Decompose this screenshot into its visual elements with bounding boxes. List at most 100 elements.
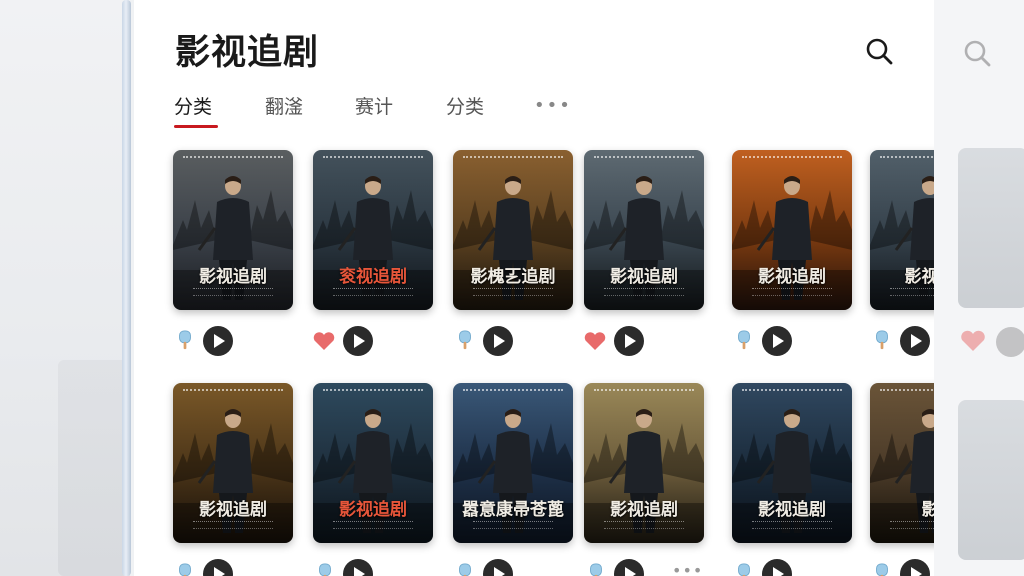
poster-title: 影视追剧	[610, 267, 678, 287]
tab-2[interactable]: 翻滏	[265, 92, 303, 119]
tab-category-2[interactable]: 分类	[446, 92, 484, 119]
play-icon[interactable]	[483, 559, 513, 576]
ice-pop-icon[interactable]	[457, 563, 473, 576]
ice-pop-icon[interactable]	[588, 563, 604, 576]
poster-billing-block	[333, 521, 413, 529]
play-icon[interactable]	[900, 326, 930, 356]
poster-billing-block	[333, 288, 413, 296]
poster-title: 影视追剧	[199, 267, 267, 287]
tab-3[interactable]: 赛计	[355, 92, 393, 119]
media-card[interactable]: 影视追剧	[732, 150, 852, 356]
play-icon[interactable]	[614, 559, 644, 576]
movie-poster[interactable]: 影视追剧	[732, 383, 852, 543]
card-actions: •••	[584, 555, 704, 576]
media-card[interactable]: 影视追剧	[732, 383, 852, 576]
poster-credit-line	[323, 389, 423, 394]
media-card[interactable]: 影视追剧	[173, 383, 293, 576]
ice-pop-icon[interactable]	[874, 563, 890, 576]
ice-pop-icon[interactable]	[736, 330, 752, 350]
movie-poster[interactable]: 影槐㐉追剧	[453, 150, 573, 310]
faded-poster-2	[958, 400, 1024, 560]
more-tabs-button[interactable]: •••	[534, 95, 572, 116]
page-title: 影视追剧	[175, 33, 320, 73]
poster-title: 影视追剧	[758, 500, 826, 520]
heart-icon[interactable]	[313, 331, 335, 351]
media-card[interactable]: 影视追剧	[584, 150, 704, 356]
movie-poster[interactable]: 影视追剧	[732, 150, 852, 310]
poster-billing-block	[193, 521, 273, 529]
ice-pop-icon[interactable]	[177, 330, 193, 350]
poster-credit-line	[463, 389, 563, 394]
play-icon[interactable]	[203, 326, 233, 356]
ice-pop-icon[interactable]	[317, 563, 333, 576]
play-icon[interactable]	[614, 326, 644, 356]
media-card[interactable]: 衮视追剧	[313, 150, 433, 356]
play-icon[interactable]	[203, 559, 233, 576]
poster-billing-block	[890, 288, 934, 296]
heart-icon[interactable]	[584, 331, 606, 351]
poster-title: 影视追剧	[339, 500, 407, 520]
poster-credit-line	[880, 389, 934, 394]
media-card[interactable]: 影	[870, 383, 934, 576]
card-actions	[173, 322, 293, 356]
movie-poster[interactable]: 影视追剧	[313, 383, 433, 543]
ice-pop-icon[interactable]	[457, 330, 473, 350]
play-icon[interactable]	[343, 326, 373, 356]
active-tab-indicator	[174, 125, 218, 128]
play-icon[interactable]	[900, 559, 930, 576]
movie-poster[interactable]: 影视追剧	[584, 383, 704, 543]
poster-credit-line	[742, 156, 842, 161]
media-card[interactable]: 影视追剧 •••	[584, 383, 704, 576]
media-card[interactable]: 嚣意康帚苍蓖	[453, 383, 573, 576]
card-actions	[453, 555, 573, 576]
media-card[interactable]: 影视追	[870, 150, 934, 356]
poster-title: 影视追剧	[758, 267, 826, 287]
poster-billing-block	[473, 521, 553, 529]
ice-pop-icon[interactable]	[736, 563, 752, 576]
poster-credit-line	[463, 156, 563, 161]
movie-poster[interactable]: 影	[870, 383, 934, 543]
card-actions	[453, 322, 573, 356]
poster-billing-block	[890, 521, 934, 529]
search-icon	[866, 38, 893, 65]
card-actions	[313, 555, 433, 576]
card-actions	[732, 322, 852, 356]
ice-pop-icon[interactable]	[177, 563, 193, 576]
card-actions	[732, 555, 852, 576]
poster-title: 影视追	[904, 267, 935, 287]
poster-credit-line	[594, 389, 694, 394]
search-button[interactable]	[864, 36, 896, 68]
movie-poster[interactable]: 嚣意康帚苍蓖	[453, 383, 573, 543]
poster-credit-line	[880, 156, 934, 161]
card-actions	[173, 555, 293, 576]
faded-heart-icon	[961, 330, 985, 351]
card-actions	[584, 322, 704, 356]
faded-play-icon	[996, 327, 1024, 357]
poster-title: 衮视追剧	[339, 267, 407, 287]
movie-poster[interactable]: 影视追剧	[584, 150, 704, 310]
play-icon[interactable]	[483, 326, 513, 356]
media-card[interactable]: 影视追剧	[313, 383, 433, 576]
poster-billing-block	[193, 288, 273, 296]
poster-title: 影	[921, 500, 935, 520]
movie-poster[interactable]: 影视追剧	[173, 383, 293, 543]
play-icon[interactable]	[762, 559, 792, 576]
device-bezel	[122, 0, 131, 576]
tab-category[interactable]: 分类	[174, 92, 212, 119]
media-card[interactable]: 影槐㐉追剧	[453, 150, 573, 356]
play-icon[interactable]	[762, 326, 792, 356]
ice-pop-icon[interactable]	[874, 330, 890, 350]
media-card[interactable]: 影视追剧	[173, 150, 293, 356]
poster-title: 影视追剧	[199, 500, 267, 520]
poster-credit-line	[183, 389, 283, 394]
more-options-button[interactable]: •••	[672, 561, 703, 576]
faded-search-icon	[964, 40, 991, 67]
play-icon[interactable]	[343, 559, 373, 576]
card-actions	[870, 555, 934, 576]
movie-poster[interactable]: 影视追	[870, 150, 934, 310]
app-panel: 影视追剧 分类 翻滏 赛计 分类 ••• 影视追剧 衮视追剧 影槐㐉追剧 影视追…	[134, 0, 934, 576]
poster-billing-block	[752, 288, 832, 296]
movie-poster[interactable]: 影视追剧	[173, 150, 293, 310]
poster-credit-line	[594, 156, 694, 161]
movie-poster[interactable]: 衮视追剧	[313, 150, 433, 310]
